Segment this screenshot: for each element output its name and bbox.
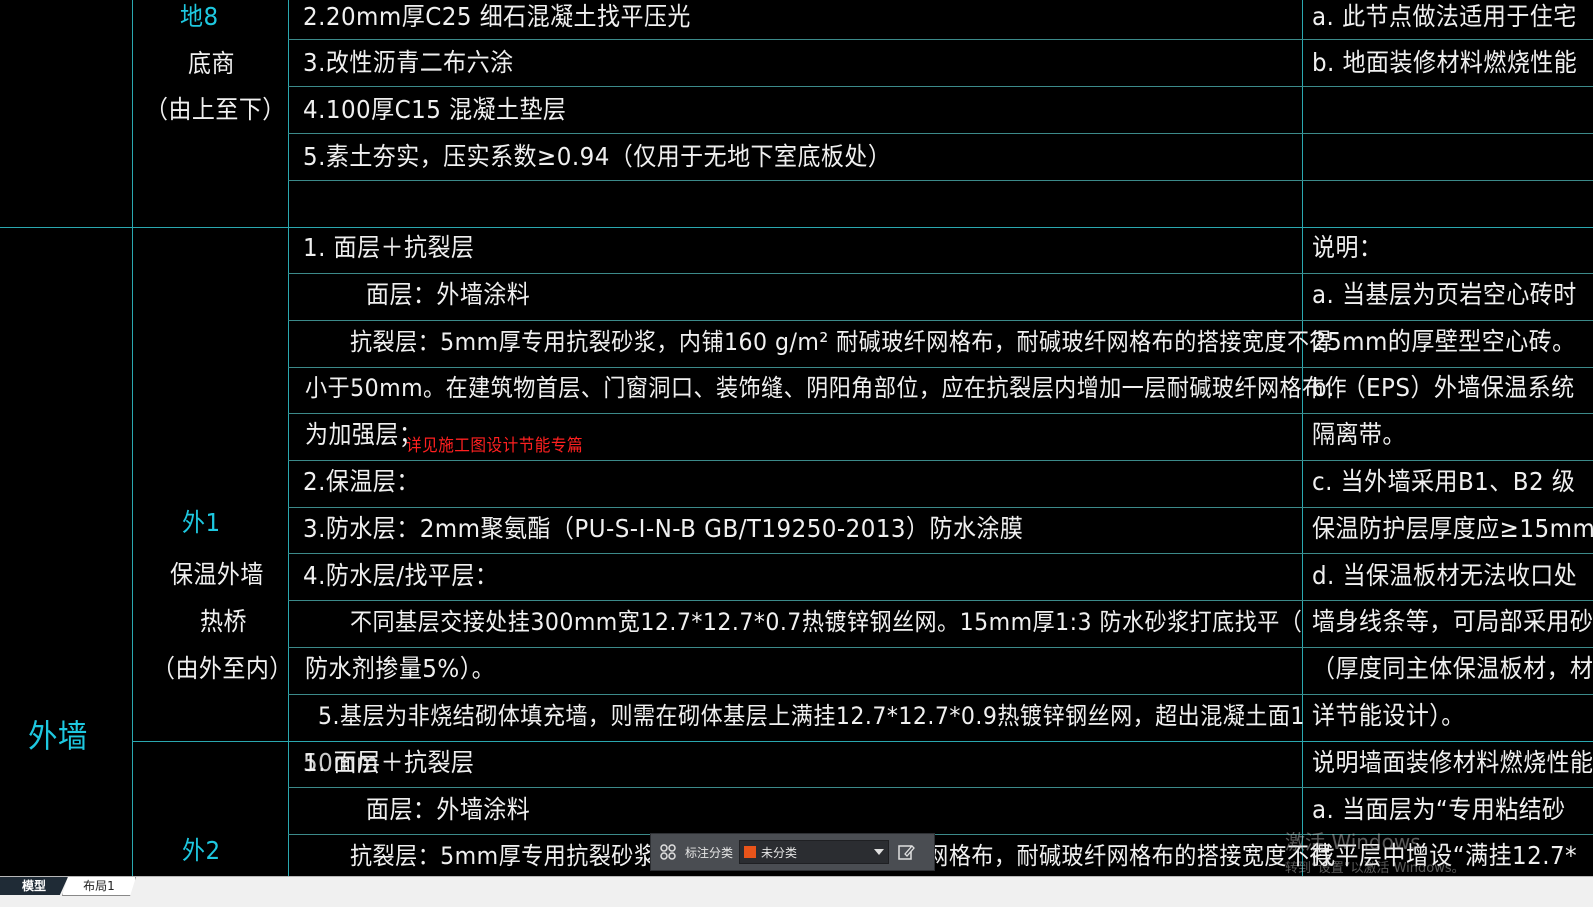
section-code: 外1 — [182, 508, 221, 537]
group-label: 外墙 — [28, 717, 88, 755]
toolbar-label: 标注分类 — [685, 845, 734, 860]
note-row: 详节能设计）。 — [1312, 701, 1465, 730]
section-name-2: 热桥 — [200, 607, 247, 636]
spec-row: 小于50mm。在建筑物首层、门窗洞口、装饰缝、阴阳角部位，应在抗裂层内增加一层耐… — [305, 374, 1348, 402]
grid-hline — [288, 647, 1593, 648]
spec-row: 3.改性沥青二布六涂 — [303, 48, 514, 77]
grid-hline — [288, 787, 1593, 788]
grid-hline — [288, 86, 1593, 87]
grid-apps-icon[interactable] — [657, 841, 679, 863]
spec-row: 抗裂层：5mm厚专用抗裂砂浆，内铺160 g/m² 耐碱玻纤网格布，耐碱玻纤网格… — [350, 328, 1333, 356]
spec-row: 4.100厚C15 混凝土垫层 — [303, 95, 567, 124]
windows-activation-watermark: 激活 Windows 转到“设置”以激活 Windows。 — [1285, 826, 1465, 876]
grid-vline — [132, 0, 133, 876]
spec-row: 5.素土夯实，压实系数≥0.94（仅用于无地下室底板处） — [303, 142, 892, 171]
note-row: 25mm的厚壁型空心砖。 — [1312, 327, 1576, 356]
section-code: 地8 — [180, 2, 219, 31]
grid-hline — [288, 133, 1593, 134]
spec-row: 5.基层为非烧结砌体填充墙，则需在砌体基层上满挂12.7*12.7*0.9热镀锌… — [318, 702, 1305, 730]
spec-row: 4.防水层/找平层： — [303, 561, 499, 590]
grid-hline — [132, 741, 1593, 742]
category-select-value: 未分类 — [761, 845, 798, 860]
spec-row: 面层：外墙涂料 — [366, 795, 531, 824]
chevron-down-icon — [874, 849, 885, 855]
grid-hline — [288, 367, 1593, 368]
spec-row: 1. 面层＋抗裂层 — [303, 233, 475, 262]
note-row: a. 当基层为页岩空心砖时 — [1312, 280, 1577, 309]
spec-row: 不同基层交接处挂300mm宽12.7*12.7*0.7热镀锌钢丝网。15mm厚1… — [350, 608, 1303, 636]
annotation-category-toolbar: 标注分类 未分类 — [650, 833, 935, 871]
edit-icon[interactable] — [895, 841, 917, 863]
tab-model[interactable]: 模型 — [0, 877, 68, 895]
note-row: 保温防护层厚度应≥15mm — [1312, 514, 1593, 543]
section-order: （由外至内） — [152, 654, 293, 683]
tab-layout1[interactable]: 布局1 — [62, 877, 136, 896]
watermark-line1: 激活 Windows — [1285, 830, 1421, 854]
grid-hline — [288, 39, 1593, 40]
note-row: c. 当外墙采用B1、B2 级 — [1312, 467, 1576, 496]
grid-hline — [288, 273, 1593, 274]
note-row: a. 当面层为“专用粘结砂 — [1312, 795, 1566, 824]
category-color-swatch — [744, 846, 757, 858]
spec-row: 防水剂掺量5%）。 — [305, 654, 496, 683]
grid-hline — [288, 553, 1593, 554]
spec-row: 面层：外墙涂料 — [366, 280, 531, 309]
grid-hline — [288, 180, 1593, 181]
grid-hline — [0, 227, 1593, 228]
grid-hline — [288, 507, 1593, 508]
category-select[interactable]: 未分类 — [739, 840, 890, 864]
spec-row: 3.防水层：2mm聚氨酯（PU-S-I-N-B GB/T19250-2013）防… — [303, 514, 1024, 543]
note-row: 说明墙面装修材料燃烧性能 — [1312, 748, 1593, 777]
spec-row: 为加强层； — [305, 420, 423, 449]
grid-hline — [288, 600, 1593, 601]
note-row: （厚度同主体保温板材，材 — [1312, 654, 1593, 683]
grid-hline — [288, 694, 1593, 695]
watermark-line2: 转到“设置”以激活 Windows。 — [1285, 861, 1465, 876]
layout-tabs-bar: 模型 布局1 — [0, 876, 1593, 907]
grid-hline — [288, 320, 1593, 321]
note-row: 说明： — [1312, 233, 1383, 262]
grid-vline — [288, 0, 289, 876]
grid-hline — [288, 413, 1593, 414]
section-name: 底商 — [188, 49, 235, 78]
note-row: a. 此节点做法适用于住宅 — [1312, 2, 1577, 31]
section-order: （由上至下） — [145, 95, 286, 124]
red-annotation: 详见施工图设计节能专篇 — [406, 436, 584, 456]
note-row: b. （EPS）外墙保温系统 — [1312, 373, 1575, 402]
note-row: 隔离带。 — [1312, 420, 1406, 449]
spec-row: 2.保温层： — [303, 467, 420, 496]
note-row: 墙身线条等，可局部采用砂 — [1312, 607, 1593, 636]
section-name: 保温外墙 — [170, 560, 264, 589]
note-row: b. 地面装修材料燃烧性能 — [1312, 48, 1578, 77]
spec-row: 1. 面层＋抗裂层 — [303, 748, 475, 777]
grid-vline — [1302, 0, 1303, 876]
note-row: d. 当保温板材无法收口处 — [1312, 561, 1578, 590]
section-code: 外2 — [182, 836, 221, 865]
grid-hline — [288, 460, 1593, 461]
cad-drawing-canvas[interactable]: 地8 底商 （由上至下） 2.20mm厚C25 细石混凝土找平压光 3.改性沥青… — [0, 0, 1593, 876]
spec-row: 2.20mm厚C25 细石混凝土找平压光 — [303, 2, 691, 31]
